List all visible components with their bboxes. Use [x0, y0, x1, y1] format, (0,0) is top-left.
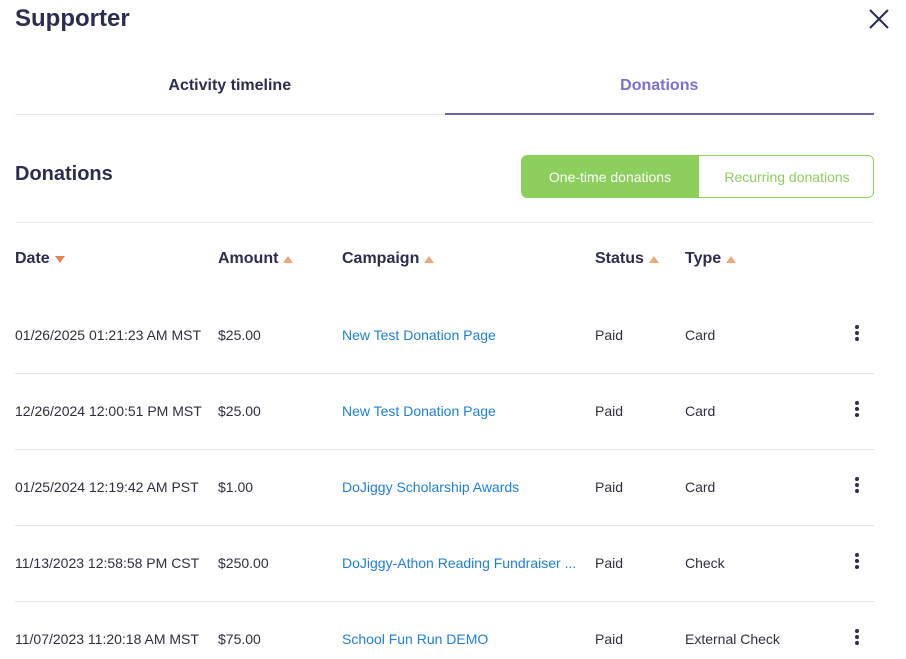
table-body: 01/26/2025 01:21:23 AM MST $25.00 New Te…	[15, 298, 874, 659]
column-header-date[interactable]: Date	[15, 250, 65, 268]
recurring-donations-button[interactable]: Recurring donations	[698, 156, 873, 197]
amount-cell: $250.00	[218, 555, 269, 571]
close-icon	[869, 9, 889, 29]
sort-asc-icon	[648, 255, 659, 263]
close-button[interactable]	[866, 6, 892, 32]
status-cell: Paid	[595, 631, 624, 647]
column-header-amount[interactable]: Amount	[218, 250, 294, 268]
date-cell: 01/25/2024 12:19:42 AM PST	[15, 479, 199, 495]
section-divider	[15, 222, 874, 223]
more-vertical-icon[interactable]	[849, 399, 865, 419]
more-vertical-icon[interactable]	[849, 551, 865, 571]
donation-type-toggle: One-time donations Recurring donations	[521, 155, 874, 198]
section-title: Donations	[15, 163, 113, 185]
column-header-label: Type	[685, 250, 722, 267]
status-cell: Paid	[595, 555, 624, 571]
status-cell: Paid	[595, 327, 624, 343]
more-vertical-icon[interactable]	[849, 475, 865, 495]
type-cell: Card	[685, 327, 716, 343]
tab-activity-timeline[interactable]: Activity timeline	[15, 64, 445, 114]
table-row: 01/25/2024 12:19:42 AM PST $1.00 DoJiggy…	[15, 450, 874, 526]
campaign-link[interactable]: DoJiggy Scholarship Awards	[342, 479, 519, 495]
more-vertical-icon[interactable]	[849, 627, 865, 647]
status-cell: Paid	[595, 403, 624, 419]
sort-asc-icon	[726, 255, 737, 263]
amount-cell: $1.00	[218, 479, 254, 495]
campaign-link[interactable]: New Test Donation Page	[342, 327, 496, 343]
column-header-type[interactable]: Type	[685, 250, 737, 268]
date-cell: 11/07/2023 11:20:18 AM MST	[15, 631, 199, 647]
amount-cell: $25.00	[218, 403, 261, 419]
column-header-label: Campaign	[342, 250, 420, 267]
campaign-link[interactable]: DoJiggy-Athon Reading Fundraiser ...	[342, 555, 576, 571]
amount-cell: $75.00	[218, 631, 261, 647]
column-header-label: Status	[595, 250, 644, 267]
column-header-label: Date	[15, 250, 50, 267]
date-cell: 12/26/2024 12:00:51 PM MST	[15, 403, 202, 419]
campaign-link[interactable]: New Test Donation Page	[342, 403, 496, 419]
status-cell: Paid	[595, 479, 624, 495]
table-row: 01/26/2025 01:21:23 AM MST $25.00 New Te…	[15, 298, 874, 374]
date-cell: 11/13/2023 12:58:58 PM CST	[15, 555, 200, 571]
column-header-status[interactable]: Status	[595, 250, 659, 268]
one-time-donations-button[interactable]: One-time donations	[522, 156, 698, 197]
more-vertical-icon[interactable]	[849, 323, 865, 343]
amount-cell: $25.00	[218, 327, 261, 343]
tab-bar: Activity timeline Donations	[15, 64, 874, 115]
table-row: 11/07/2023 11:20:18 AM MST $75.00 School…	[15, 602, 874, 659]
panel-title: Supporter	[15, 5, 130, 32]
sort-asc-icon	[424, 255, 435, 263]
type-cell: Card	[685, 403, 716, 419]
table-row: 11/13/2023 12:58:58 PM CST $250.00 DoJig…	[15, 526, 874, 602]
sort-asc-icon	[283, 255, 294, 263]
table-row: 12/26/2024 12:00:51 PM MST $25.00 New Te…	[15, 374, 874, 450]
date-cell: 01/26/2025 01:21:23 AM MST	[15, 327, 202, 343]
column-header-label: Amount	[218, 250, 279, 267]
type-cell: Check	[685, 555, 725, 571]
sort-desc-icon	[54, 255, 65, 263]
type-cell: External Check	[685, 631, 780, 647]
type-cell: Card	[685, 479, 716, 495]
column-header-campaign[interactable]: Campaign	[342, 250, 435, 268]
tab-donations[interactable]: Donations	[444, 64, 875, 115]
campaign-link[interactable]: School Fun Run DEMO	[342, 631, 488, 647]
